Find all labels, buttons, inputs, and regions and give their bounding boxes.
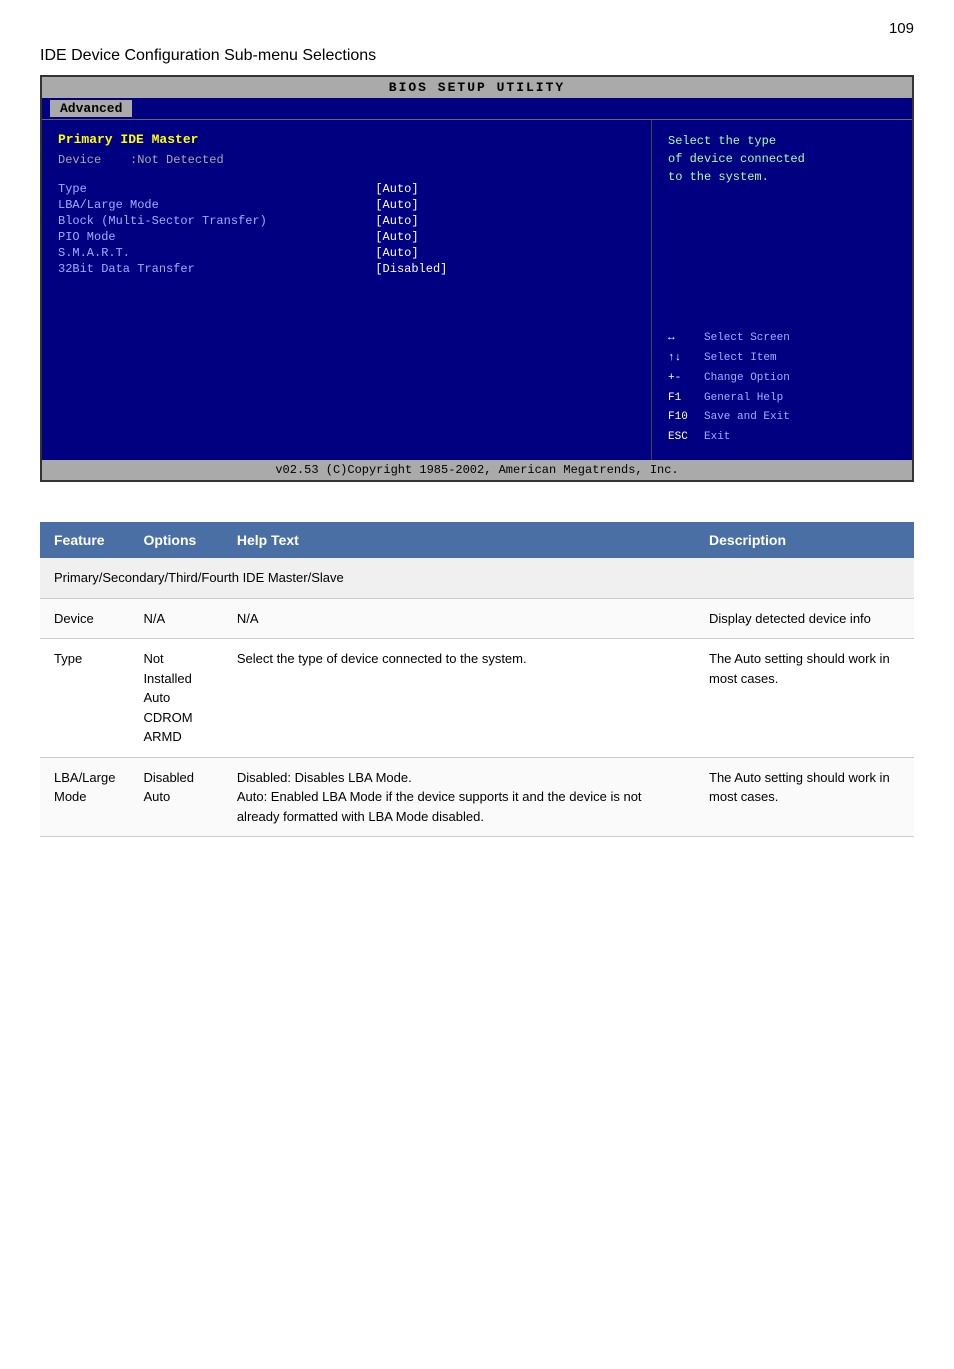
- bios-screenshot: BIOS SETUP UTILITY Advanced Primary IDE …: [40, 75, 914, 482]
- td-options: Not Installed Auto CDROM ARMD: [129, 639, 222, 758]
- bios-setting-row: PIO Mode[Auto]: [58, 229, 635, 245]
- td-options: Disabled Auto: [129, 757, 222, 837]
- bios-key-desc: Save and Exit: [704, 408, 790, 428]
- bios-key: ESC: [668, 428, 698, 448]
- bios-left-panel: Primary IDE Master Device :Not Detected …: [42, 120, 652, 460]
- bios-key-desc: Select Item: [704, 349, 777, 369]
- bios-setting-label: 32Bit Data Transfer: [58, 261, 375, 277]
- table-header-row: Feature Options Help Text Description: [40, 522, 914, 558]
- bios-tab-advanced: Advanced: [50, 100, 132, 117]
- td-feature: LBA/Large Mode: [40, 757, 129, 837]
- bios-key-desc: Change Option: [704, 369, 790, 389]
- bios-key-row: F10 Save and Exit: [668, 408, 896, 428]
- bios-setting-value: [Auto]: [375, 181, 635, 197]
- td-help-text: N/A: [223, 598, 695, 639]
- table-row: DeviceN/AN/ADisplay detected device info: [40, 598, 914, 639]
- table-group-row: Primary/Secondary/Third/Fourth IDE Maste…: [40, 558, 914, 598]
- bios-body: Primary IDE Master Device :Not Detected …: [42, 120, 912, 460]
- table-group-label: Primary/Secondary/Third/Fourth IDE Maste…: [40, 558, 914, 598]
- bios-key-row: ↑↓ Select Item: [668, 349, 896, 369]
- bios-key: F1: [668, 389, 698, 409]
- col-help-text: Help Text: [223, 522, 695, 558]
- bios-setting-row: S.M.A.R.T.[Auto]: [58, 245, 635, 261]
- bios-setting-value: [Auto]: [375, 213, 635, 229]
- bios-footer: v02.53 (C)Copyright 1985-2002, American …: [42, 460, 912, 480]
- col-feature: Feature: [40, 522, 129, 558]
- bios-setting-label: Block (Multi-Sector Transfer): [58, 213, 375, 229]
- bios-key-desc: Select Screen: [704, 329, 790, 349]
- bios-key: +-: [668, 369, 698, 389]
- bios-setting-label: S.M.A.R.T.: [58, 245, 375, 261]
- bios-key-row: F1 General Help: [668, 389, 896, 409]
- td-description: Display detected device info: [695, 598, 914, 639]
- col-options: Options: [129, 522, 222, 558]
- bios-key-desc: Exit: [704, 428, 730, 448]
- bios-key: F10: [668, 408, 698, 428]
- table-body: Primary/Secondary/Third/Fourth IDE Maste…: [40, 558, 914, 837]
- td-options: N/A: [129, 598, 222, 639]
- table-row: LBA/Large ModeDisabled AutoDisabled: Dis…: [40, 757, 914, 837]
- table-row: TypeNot Installed Auto CDROM ARMDSelect …: [40, 639, 914, 758]
- bios-title-bar: BIOS SETUP UTILITY: [42, 77, 912, 98]
- bios-setting-value: [Disabled]: [375, 261, 635, 277]
- bios-setting-row: Block (Multi-Sector Transfer)[Auto]: [58, 213, 635, 229]
- td-help-text: Disabled: Disables LBA Mode. Auto: Enabl…: [223, 757, 695, 837]
- bios-setting-row: 32Bit Data Transfer[Disabled]: [58, 261, 635, 277]
- bios-device-label: Device: [58, 153, 101, 167]
- feature-table: Feature Options Help Text Description Pr…: [40, 522, 914, 837]
- bios-setting-label: PIO Mode: [58, 229, 375, 245]
- td-help-text: Select the type of device connected to t…: [223, 639, 695, 758]
- page-number: 109: [40, 20, 914, 37]
- bios-key: ↔: [668, 329, 698, 349]
- bios-setting-label: LBA/Large Mode: [58, 197, 375, 213]
- bios-tab-bar: Advanced: [42, 98, 912, 120]
- section-heading: IDE Device Configuration Sub-menu Select…: [40, 47, 914, 65]
- table-header: Feature Options Help Text Description: [40, 522, 914, 558]
- col-description: Description: [695, 522, 914, 558]
- bios-setting-value: [Auto]: [375, 229, 635, 245]
- bios-key-row: ESC Exit: [668, 428, 896, 448]
- bios-setting-row: Type[Auto]: [58, 181, 635, 197]
- bios-key: ↑↓: [668, 349, 698, 369]
- bios-device-line: Device :Not Detected: [58, 153, 635, 167]
- bios-keys: ↔ Select Screen ↑↓ Select Item +- Change Opti…: [668, 329, 896, 448]
- td-description: The Auto setting should work in most cas…: [695, 639, 914, 758]
- bios-setting-value: [Auto]: [375, 197, 635, 213]
- bios-help-text: Select the type of device connected to t…: [668, 132, 896, 186]
- bios-device-value: :Not Detected: [130, 153, 224, 167]
- bios-key-desc: General Help: [704, 389, 783, 409]
- bios-setting-value: [Auto]: [375, 245, 635, 261]
- bios-setting-row: LBA/Large Mode[Auto]: [58, 197, 635, 213]
- bios-settings-table: Type[Auto]LBA/Large Mode[Auto]Block (Mul…: [58, 181, 635, 277]
- bios-right-panel: Select the type of device connected to t…: [652, 120, 912, 460]
- bios-key-row: +- Change Option: [668, 369, 896, 389]
- td-feature: Type: [40, 639, 129, 758]
- td-description: The Auto setting should work in most cas…: [695, 757, 914, 837]
- bios-section-title: Primary IDE Master: [58, 132, 635, 147]
- td-feature: Device: [40, 598, 129, 639]
- bios-setting-label: Type: [58, 181, 375, 197]
- bios-key-row: ↔ Select Screen: [668, 329, 896, 349]
